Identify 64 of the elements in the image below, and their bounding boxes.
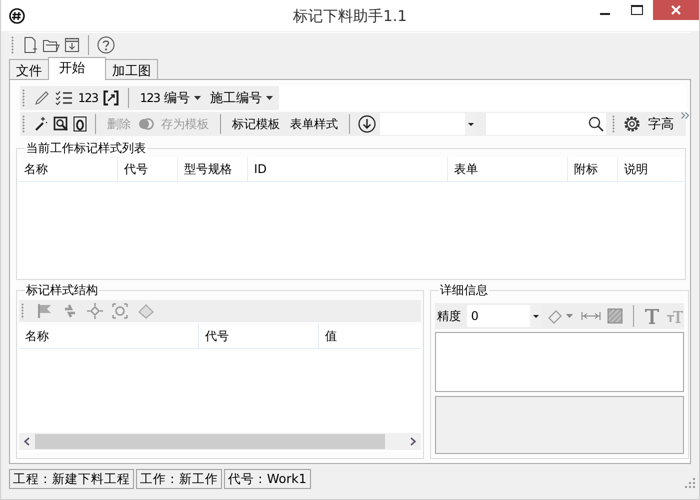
toolbar-button[interactable]: 表单样式 — [287, 116, 341, 132]
checklist-icon[interactable] — [55, 90, 73, 106]
group-title: 标记样式结构 — [25, 283, 99, 297]
status-panel: 工程：新建下料工程 — [9, 469, 134, 489]
app-logo-icon — [9, 8, 25, 24]
detail-text-area[interactable] — [435, 332, 684, 392]
overflow-chevron-icon[interactable] — [681, 112, 690, 119]
dropdown-caret-icon — [532, 314, 538, 318]
scrollbar-thumb[interactable] — [35, 434, 385, 449]
search-field[interactable] — [486, 113, 606, 135]
close-button[interactable] — [653, 0, 699, 20]
settings-icon[interactable] — [623, 115, 641, 133]
flag-icon[interactable] — [37, 303, 53, 319]
hatch-fill-icon[interactable] — [607, 308, 623, 324]
minimize-icon — [600, 12, 610, 14]
target-select-icon[interactable] — [112, 303, 128, 319]
column-header[interactable]: 名称 — [19, 324, 199, 348]
bracket-arrow-icon[interactable] — [102, 90, 119, 106]
dropdown-caret-icon — [468, 122, 474, 126]
column-header[interactable]: 代号 — [199, 324, 319, 348]
font-height-button[interactable]: 字高 — [645, 115, 677, 133]
column-header[interactable]: 型号规格 — [178, 157, 248, 181]
tab[interactable]: 文件 — [9, 59, 49, 79]
search-icon — [588, 116, 604, 132]
magic-wand-icon[interactable] — [33, 116, 49, 132]
open-folder-icon[interactable] — [42, 37, 60, 53]
column-header[interactable]: 说明 — [618, 157, 684, 181]
text-icon[interactable] — [644, 307, 660, 325]
dropdown-caret-icon — [266, 96, 273, 100]
dimension-icon[interactable] — [581, 311, 601, 321]
toggle-icon — [138, 117, 154, 131]
window-title: 标记下料助手1.1 — [293, 7, 407, 26]
column-header[interactable]: ID — [248, 157, 448, 181]
numbering-dropdown[interactable]: 123 编号 — [138, 89, 203, 107]
construction-numbering-dropdown[interactable]: 施工编号 — [208, 89, 275, 107]
column-header[interactable]: 表单 — [448, 157, 568, 181]
tab[interactable]: 加工图 — [105, 59, 158, 79]
zero-box-icon[interactable] — [73, 116, 87, 132]
resize-grip-icon[interactable] — [685, 478, 695, 488]
column-header[interactable]: 名称 — [18, 157, 118, 181]
precision-combo[interactable]: 0 — [467, 305, 541, 327]
horizontal-scrollbar[interactable] — [19, 433, 421, 450]
toolbar-button[interactable]: 标记模板 — [229, 116, 283, 132]
column-header[interactable]: 附标 — [568, 157, 618, 181]
new-file-icon[interactable] — [22, 36, 38, 54]
close-icon — [671, 5, 681, 15]
tab[interactable]: 开始 — [48, 57, 106, 80]
group-title: 详细信息 — [439, 283, 489, 297]
save-icon[interactable] — [64, 37, 80, 53]
refresh-arrows-icon[interactable] — [62, 303, 78, 319]
number-tool[interactable]: 123 — [78, 91, 98, 105]
down-arrow-circle-icon[interactable] — [358, 115, 376, 133]
maximize-icon — [631, 5, 643, 15]
precision-label: 精度 — [437, 308, 461, 324]
status-panel: 代号：Work1 — [224, 469, 311, 489]
node-diamond-icon[interactable] — [87, 303, 103, 319]
group-title: 当前工作标记样式列表 — [25, 141, 147, 155]
column-header[interactable]: 值 — [319, 324, 421, 348]
column-header[interactable]: 代号 — [118, 157, 178, 181]
status-panel: 工作：新工作 — [136, 469, 222, 489]
help-icon[interactable] — [97, 36, 115, 54]
zoom-box-icon[interactable] — [53, 116, 69, 132]
pencil-icon[interactable] — [34, 90, 50, 106]
dropdown-caret-icon — [194, 96, 201, 100]
